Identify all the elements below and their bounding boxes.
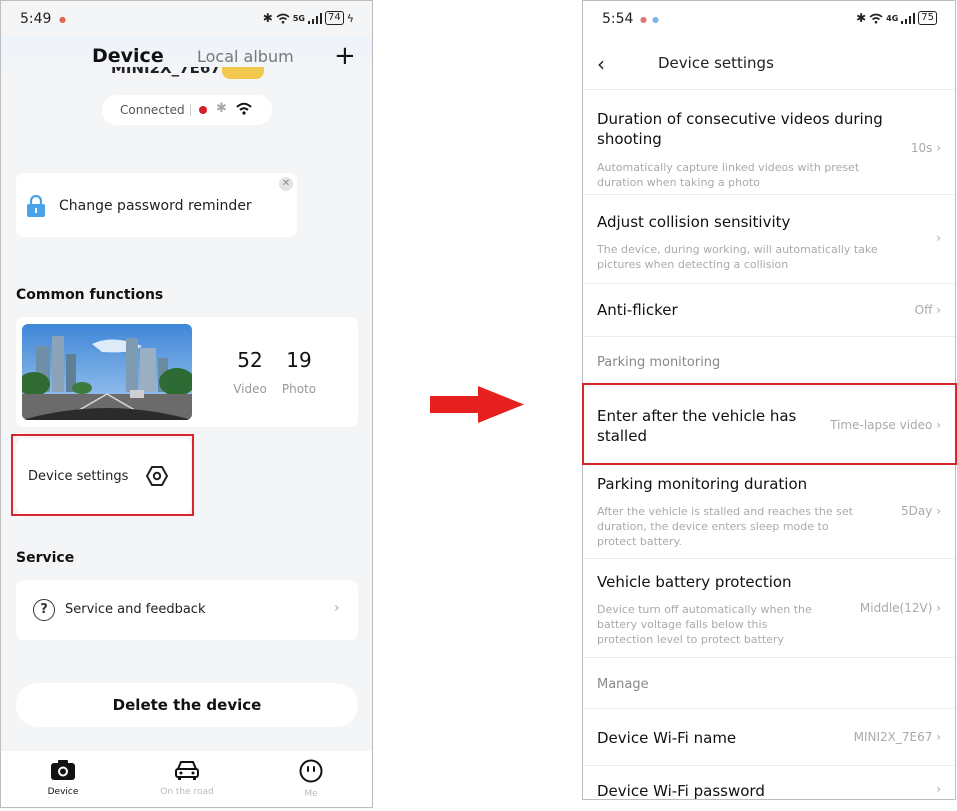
- video-label: Video: [233, 382, 267, 396]
- video-thumbnail[interactable]: [22, 324, 192, 420]
- setting-row-parking-duration[interactable]: Parking monitoring duration After the ve…: [583, 464, 955, 559]
- arrow-right-icon: [430, 386, 524, 423]
- connection-pill: Connected ✱: [102, 95, 272, 125]
- setting-description: The device, during working, will automat…: [597, 243, 878, 271]
- setting-value: MINI2X_7E67 ›: [853, 730, 941, 744]
- connection-status: Connected: [120, 103, 185, 117]
- setting-row-wifi-password[interactable]: Device Wi-Fi password ›: [583, 766, 955, 800]
- setting-title: Vehicle battery protection: [597, 573, 792, 591]
- wifi-status-icon: [276, 13, 290, 23]
- notification-icon-2: ●: [652, 15, 659, 24]
- setting-value: ›: [936, 231, 941, 245]
- chevron-right-icon: ›: [334, 600, 340, 616]
- status-time: 5:49: [20, 11, 52, 27]
- tab-device[interactable]: Device: [92, 45, 164, 67]
- setting-value: 10s ›: [910, 141, 941, 155]
- service-title: Service: [16, 550, 75, 566]
- divider: [190, 104, 191, 116]
- device-badge: [222, 67, 264, 79]
- setting-title: Device Wi-Fi name: [597, 729, 737, 747]
- group-header-parking: Parking monitoring: [597, 355, 721, 370]
- setting-title: Duration of consecutive videos during sh…: [597, 110, 883, 148]
- setting-title: Parking monitoring duration: [597, 475, 808, 493]
- nav-me[interactable]: Me: [271, 759, 351, 799]
- setting-title: Anti-flicker: [597, 301, 678, 319]
- setting-value: Off ›: [914, 303, 941, 317]
- nav-device[interactable]: Device: [23, 759, 103, 797]
- setting-row-battery-protection[interactable]: Vehicle battery protection Device turn o…: [583, 559, 955, 658]
- group-header-manage: Manage: [597, 677, 649, 692]
- photo-label: Photo: [281, 382, 317, 396]
- status-icons: ✱ 4G 75: [856, 11, 937, 25]
- setting-description: After the vehicle is stalled and reaches…: [597, 505, 853, 548]
- photo-count: 19: [286, 348, 312, 372]
- highlight-enter-after-stalled: [582, 383, 957, 465]
- battery-level: 74: [325, 11, 344, 25]
- setting-title: Device Wi-Fi password: [597, 782, 765, 800]
- common-functions-title: Common functions: [16, 287, 164, 303]
- lock-icon: [27, 194, 45, 217]
- bluetooth-status-icon: ✱: [262, 11, 273, 25]
- setting-row-anti-flicker[interactable]: Anti-flicker Off ›: [583, 284, 955, 337]
- status-time: 5:54: [602, 11, 634, 27]
- help-icon: ?: [33, 599, 55, 621]
- nav-on-the-road[interactable]: On the road: [147, 759, 227, 797]
- video-count: 52: [237, 348, 263, 372]
- face-icon: [299, 759, 323, 783]
- setting-description: Automatically capture linked videos with…: [597, 161, 860, 189]
- wifi-status-icon: [869, 13, 883, 23]
- nav-on-the-road-label: On the road: [160, 787, 214, 797]
- tab-local-album[interactable]: Local album: [197, 47, 294, 66]
- bottom-nav: Device On the road Me: [1, 751, 372, 807]
- service-feedback-label: Service and feedback: [65, 602, 206, 617]
- password-reminder-card[interactable]: Change password reminder ✕: [16, 173, 297, 237]
- record-dot-icon: [199, 106, 207, 114]
- close-icon[interactable]: ✕: [279, 177, 293, 191]
- setting-value: ›: [936, 782, 941, 796]
- setting-row-wifi-name[interactable]: Device Wi-Fi name MINI2X_7E67 ›: [583, 708, 955, 766]
- setting-value: Middle(12V) ›: [859, 601, 941, 615]
- bluetooth-icon: ✱: [216, 101, 227, 116]
- status-icons: ✱ 5G 74 ϟ: [263, 11, 354, 25]
- status-bar: 5:54 ● ● ✱ 4G 75: [583, 1, 955, 37]
- page-title: Device settings: [658, 54, 774, 72]
- signal-icon: [901, 12, 916, 24]
- dashcam-thumbnail-image: [22, 324, 192, 420]
- network-type: 5G: [292, 13, 305, 23]
- car-icon: [175, 761, 199, 780]
- setting-description: Device turn off automatically when the b…: [597, 603, 812, 646]
- notification-icon: ●: [59, 15, 66, 24]
- setting-row-collision-sensitivity[interactable]: Adjust collision sensitivity The device,…: [583, 195, 955, 284]
- reminder-text: Change password reminder: [59, 198, 252, 214]
- add-icon[interactable]: +: [334, 41, 356, 71]
- setting-title: Adjust collision sensitivity: [597, 213, 791, 231]
- notification-icon: ●: [640, 15, 647, 24]
- network-type: 4G: [886, 13, 899, 23]
- highlight-device-settings: [11, 434, 194, 516]
- status-bar: 5:49 ● ✱ 5G 74 ϟ: [1, 1, 372, 37]
- camera-icon: [51, 760, 75, 780]
- back-chevron-icon[interactable]: ‹: [597, 52, 605, 76]
- charging-icon: ϟ: [346, 11, 354, 25]
- service-feedback-row[interactable]: ? Service and feedback ›: [16, 580, 358, 640]
- phone-screen-device: 5:49 ● ✱ 5G 74 ϟ Device Local album + MI…: [0, 0, 373, 808]
- setting-value: 5Day ›: [901, 504, 941, 518]
- battery-level: 75: [918, 11, 937, 25]
- setting-row-consecutive-video[interactable]: Duration of consecutive videos during sh…: [583, 89, 955, 195]
- bluetooth-status-icon: ✱: [856, 11, 867, 25]
- wifi-icon: [236, 102, 252, 115]
- media-card: 52 Video 19 Photo: [16, 317, 358, 427]
- signal-icon: [308, 12, 322, 24]
- nav-me-label: Me: [304, 789, 318, 799]
- delete-device-button[interactable]: Delete the device: [16, 683, 358, 727]
- nav-device-label: Device: [47, 787, 79, 797]
